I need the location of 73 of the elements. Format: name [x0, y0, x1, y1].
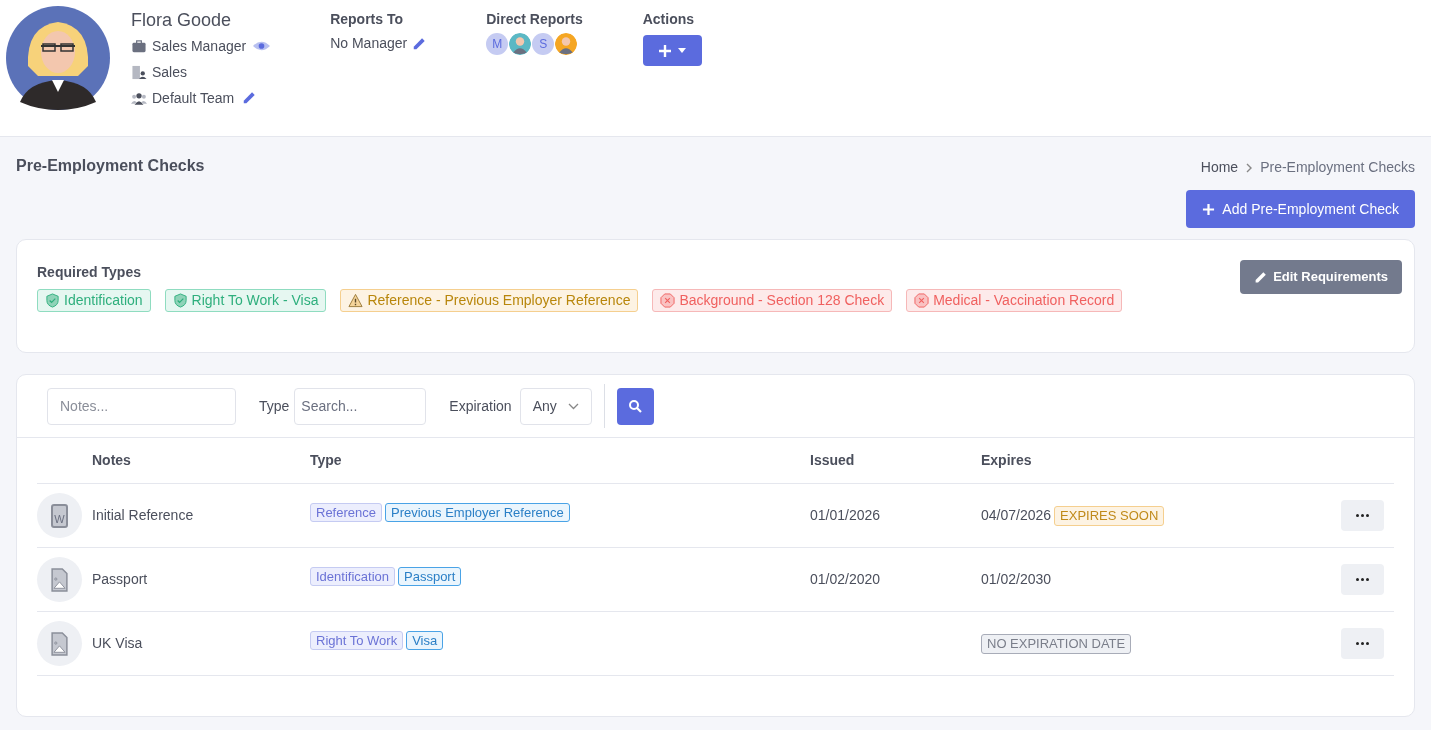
tag-label: Identification [64, 291, 143, 310]
section-label: Direct Reports [486, 10, 583, 29]
type-tag: Previous Employer Reference [385, 503, 570, 522]
actions-button[interactable] [642, 35, 702, 66]
profile-name: Flora Goode [131, 9, 233, 32]
category-tag: Identification [310, 567, 395, 586]
chevron-down-icon [567, 402, 579, 410]
profile-detail: Sales Manager [152, 36, 247, 56]
type-tag: Visa [406, 631, 444, 650]
shield-check-icon [45, 293, 60, 308]
plus-icon [1202, 202, 1216, 216]
profile-detail: Sales [152, 62, 188, 82]
notes-field[interactable]: Notes... [47, 387, 236, 425]
page-title: Pre-Employment Checks [16, 155, 205, 176]
more-icon [1356, 514, 1369, 517]
section-label: Reports To [330, 10, 405, 29]
expiration-select[interactable]: Any [519, 387, 592, 425]
add-check-button[interactable]: Add Pre-Employment Check [1186, 190, 1415, 228]
table-cell-text: UK Visa [92, 634, 144, 653]
column-header: Expires [981, 451, 1033, 470]
tag-label: Right To Work - Visa [191, 291, 319, 310]
shield-check-icon [172, 293, 188, 308]
table-cell-text: 01/02/2030 [981, 570, 1052, 589]
category-tag: Right To Work [310, 631, 404, 650]
profile-detail: Default Team [152, 88, 235, 108]
table-cell-text: Passport [92, 570, 149, 589]
tag-label: Reference - Previous Employer Reference [367, 291, 631, 310]
briefcase-icon [131, 38, 147, 54]
status-badge: NO EXPIRATION DATE [981, 633, 1132, 654]
more-icon [1356, 578, 1369, 581]
avatar[interactable] [509, 33, 532, 55]
error-icon [914, 293, 930, 308]
search-icon [628, 399, 643, 413]
table-cell-text: Initial Reference [92, 506, 195, 525]
pencil-icon[interactable] [412, 36, 427, 51]
eye-icon[interactable] [253, 40, 271, 52]
table-cell-text: 01/02/2020 [810, 570, 882, 589]
more-icon [1356, 642, 1369, 645]
error-icon [660, 293, 676, 308]
avatar[interactable]: M [486, 33, 509, 55]
type-tag: Passport [398, 567, 462, 586]
caret-icon [678, 48, 687, 53]
document-icon: W [51, 503, 68, 528]
plus-icon [658, 43, 673, 58]
column-header: Type [310, 451, 343, 470]
filter-label: Type [259, 396, 290, 416]
category-tag: Reference [310, 503, 382, 522]
edit-requirements-button[interactable]: Edit Requirements [1240, 260, 1402, 294]
section-label: Actions [642, 10, 696, 29]
chevron-icon [1246, 162, 1253, 173]
card-title: Required Types [37, 263, 141, 282]
column-header: Issued [810, 451, 856, 470]
breadcrumb-item: Pre-Employment Checks [1260, 158, 1415, 177]
image-file-icon [51, 631, 68, 656]
warning-icon [348, 293, 364, 308]
column-header: Notes [92, 451, 132, 470]
pencil-icon [1254, 270, 1268, 284]
search-button[interactable] [616, 387, 654, 425]
avatar[interactable]: S [532, 33, 555, 55]
image-file-icon [51, 567, 68, 592]
tag-label: Background - Section 128 Check [679, 291, 885, 310]
avatar[interactable] [555, 33, 578, 55]
type-search-field[interactable]: Search... [294, 387, 427, 425]
breadcrumb-item[interactable]: Home [1200, 157, 1239, 178]
building-icon [131, 64, 147, 80]
table-cell-text: 04/07/2026 [981, 506, 1052, 525]
filter-label: Expiration [449, 396, 512, 416]
manager-value: No Manager [330, 34, 408, 53]
status-badge: EXPIRES SOON [1054, 505, 1165, 526]
pencil-icon[interactable] [242, 91, 257, 105]
people-icon [131, 90, 147, 106]
table-cell-text: 01/01/2026 [810, 506, 882, 525]
tag-label: Medical - Vaccination Record [933, 291, 1115, 310]
